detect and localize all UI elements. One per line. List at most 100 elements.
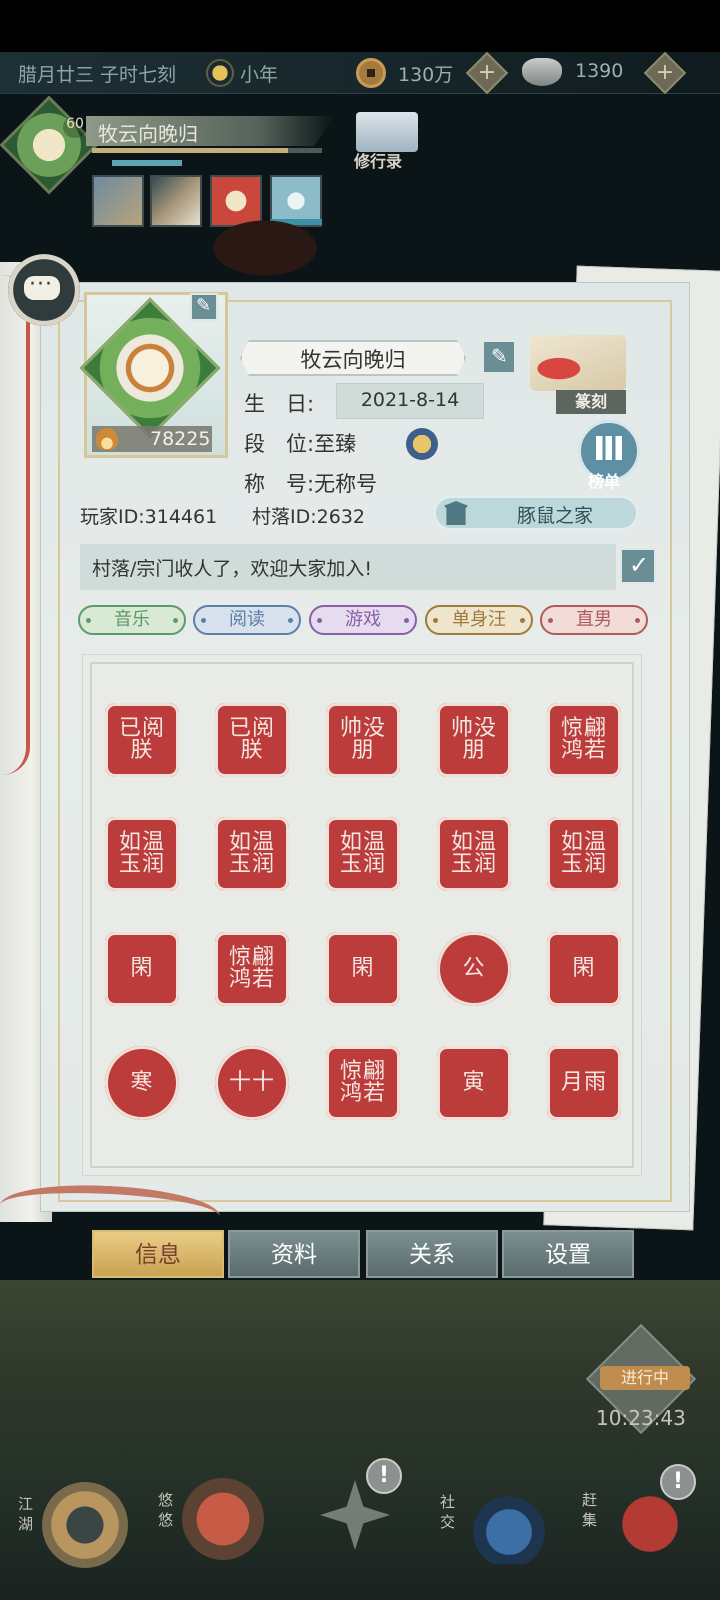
seal-item[interactable]: 惊翩鸿若 (326, 1046, 400, 1120)
seal-text: 惊翩鸿若 (339, 1059, 386, 1106)
nav-market[interactable]: 赶集 (582, 1490, 600, 1530)
level-badge: 60 (63, 116, 87, 138)
seal-text: 閑 (351, 956, 375, 981)
interest-tag[interactable]: 直男 (540, 605, 648, 635)
edit-name-button[interactable] (482, 340, 516, 374)
buff-slot-1[interactable] (92, 175, 144, 227)
title-label: 称 号: (244, 472, 315, 496)
tab-info[interactable]: 信息 (92, 1230, 224, 1278)
player-avatar[interactable] (0, 95, 99, 195)
seal-text: 如温玉润 (560, 830, 607, 877)
header-player-name: 牧云向晚归 (98, 122, 198, 146)
leaderboard-label: 榜单 (588, 472, 621, 491)
family-name: 豚鼠之家 (516, 505, 593, 527)
interest-tag[interactable]: 音乐 (78, 605, 186, 635)
seal-text: 寅 (462, 1070, 486, 1095)
village-id-value: 2632 (316, 506, 365, 528)
seal-item[interactable]: 如温玉润 (105, 817, 179, 891)
clock: 10:23:43 (596, 1406, 686, 1430)
interest-tag[interactable]: 游戏 (309, 605, 417, 635)
seal-text: 如温玉润 (228, 830, 275, 877)
edit-avatar-button[interactable] (190, 293, 218, 321)
seal-item[interactable]: 閑 (105, 932, 179, 1006)
calendar-date: 腊月廿三 子时七刻 (18, 64, 177, 86)
seal-carving-button[interactable]: 篆刻 (556, 390, 626, 414)
seal-text: 閑 (572, 956, 596, 981)
rank-label: 段 位: (244, 432, 315, 456)
player-id: 玩家ID:314461 (80, 502, 217, 529)
seal-item[interactable]: 月雨 (547, 1046, 621, 1120)
seal-item[interactable]: 寅 (437, 1046, 511, 1120)
seal-text: 如温玉润 (339, 830, 386, 877)
rank-value: 至臻 (314, 432, 357, 456)
seal-text: 十十 (228, 1070, 275, 1095)
seal-item[interactable]: 十十 (215, 1046, 289, 1120)
village-id-label: 村落ID: (252, 506, 317, 528)
seal-item[interactable]: 如温玉润 (437, 817, 511, 891)
nav-social[interactable]: 社交 (440, 1492, 458, 1532)
book-strap (2, 275, 30, 775)
seal-item[interactable]: 如温玉润 (547, 817, 621, 891)
title-row: 称 号:无称号 (244, 468, 377, 498)
seal-item[interactable]: 已阅朕 (215, 703, 289, 777)
stamina-bar (112, 160, 182, 166)
seal-item[interactable]: 閑 (547, 932, 621, 1006)
social-icon[interactable] (466, 1484, 552, 1564)
interest-tag[interactable]: 阅读 (193, 605, 301, 635)
seal-item[interactable]: 帅没朋 (437, 703, 511, 777)
seal-text: 帅没朋 (339, 716, 386, 763)
copper-coin-icon (356, 58, 386, 88)
leaderboard-icon (596, 436, 622, 460)
center-alert-icon: ! (366, 1458, 402, 1494)
silver-ingot-icon (522, 58, 562, 86)
seal-item[interactable]: 惊翩鸿若 (215, 932, 289, 1006)
seal-item[interactable]: 帅没朋 (326, 703, 400, 777)
flame-icon (96, 428, 118, 450)
seal-item[interactable]: 公 (437, 932, 511, 1006)
scroll-icon[interactable] (356, 112, 418, 152)
seal-item[interactable]: 如温玉润 (215, 817, 289, 891)
seal-item[interactable]: 如温玉润 (326, 817, 400, 891)
xiuxing-record-button[interactable]: 修行录 (354, 148, 402, 172)
chat-bubble-icon (24, 272, 60, 300)
experience-bar-fill (92, 148, 288, 153)
profile-name: 牧云向晚归 (300, 348, 406, 372)
silver-amount: 1390 (575, 60, 624, 82)
status-bar (0, 0, 720, 52)
house-icon (444, 501, 468, 525)
in-progress-label: 进行中 (600, 1366, 690, 1390)
seal-text: 已阅朕 (228, 716, 275, 763)
interest-tag[interactable]: 单身汪 (425, 605, 533, 635)
seal-item[interactable]: 已阅朕 (105, 703, 179, 777)
seal-text: 閑 (130, 956, 154, 981)
market-alert-icon: ! (660, 1464, 696, 1500)
birthday-value: 2021-8-14 (360, 389, 460, 411)
player-id-value: 314461 (144, 506, 218, 528)
background-decoration (175, 200, 355, 280)
seal-text: 惊翩鸿若 (228, 945, 275, 992)
signature-text: 村落/宗门收人了，欢迎大家加入! (92, 558, 373, 580)
nav-jianghu[interactable]: 江湖 (18, 1494, 36, 1534)
tab-settings[interactable]: 设置 (502, 1230, 634, 1278)
confirm-signature-button[interactable] (620, 548, 656, 584)
rank-emblem-icon (406, 428, 438, 460)
seal-item[interactable]: 惊翩鸿若 (547, 703, 621, 777)
sun-icon (208, 61, 232, 85)
seal-item[interactable]: 閑 (326, 932, 400, 1006)
seal-carving-icon[interactable] (530, 335, 626, 391)
rank-row: 段 位:至臻 (244, 428, 356, 458)
seal-text: 公 (462, 956, 486, 981)
combat-power-value: 78225 (150, 428, 211, 450)
tab-relations[interactable]: 关系 (366, 1230, 498, 1278)
birthday-label: 生 日: (244, 392, 315, 416)
nav-youyou[interactable]: 悠悠 (158, 1490, 176, 1530)
festival-label: 小年 (240, 64, 279, 86)
tab-data[interactable]: 资料 (228, 1230, 360, 1278)
village-id: 村落ID:2632 (252, 502, 365, 529)
copper-amount: 130万 (398, 64, 454, 86)
seal-item[interactable]: 寒 (105, 1046, 179, 1120)
title-value: 无称号 (314, 472, 378, 496)
jianghu-icon[interactable] (42, 1482, 128, 1568)
youyou-icon[interactable] (182, 1478, 264, 1560)
seal-text: 已阅朕 (118, 716, 165, 763)
